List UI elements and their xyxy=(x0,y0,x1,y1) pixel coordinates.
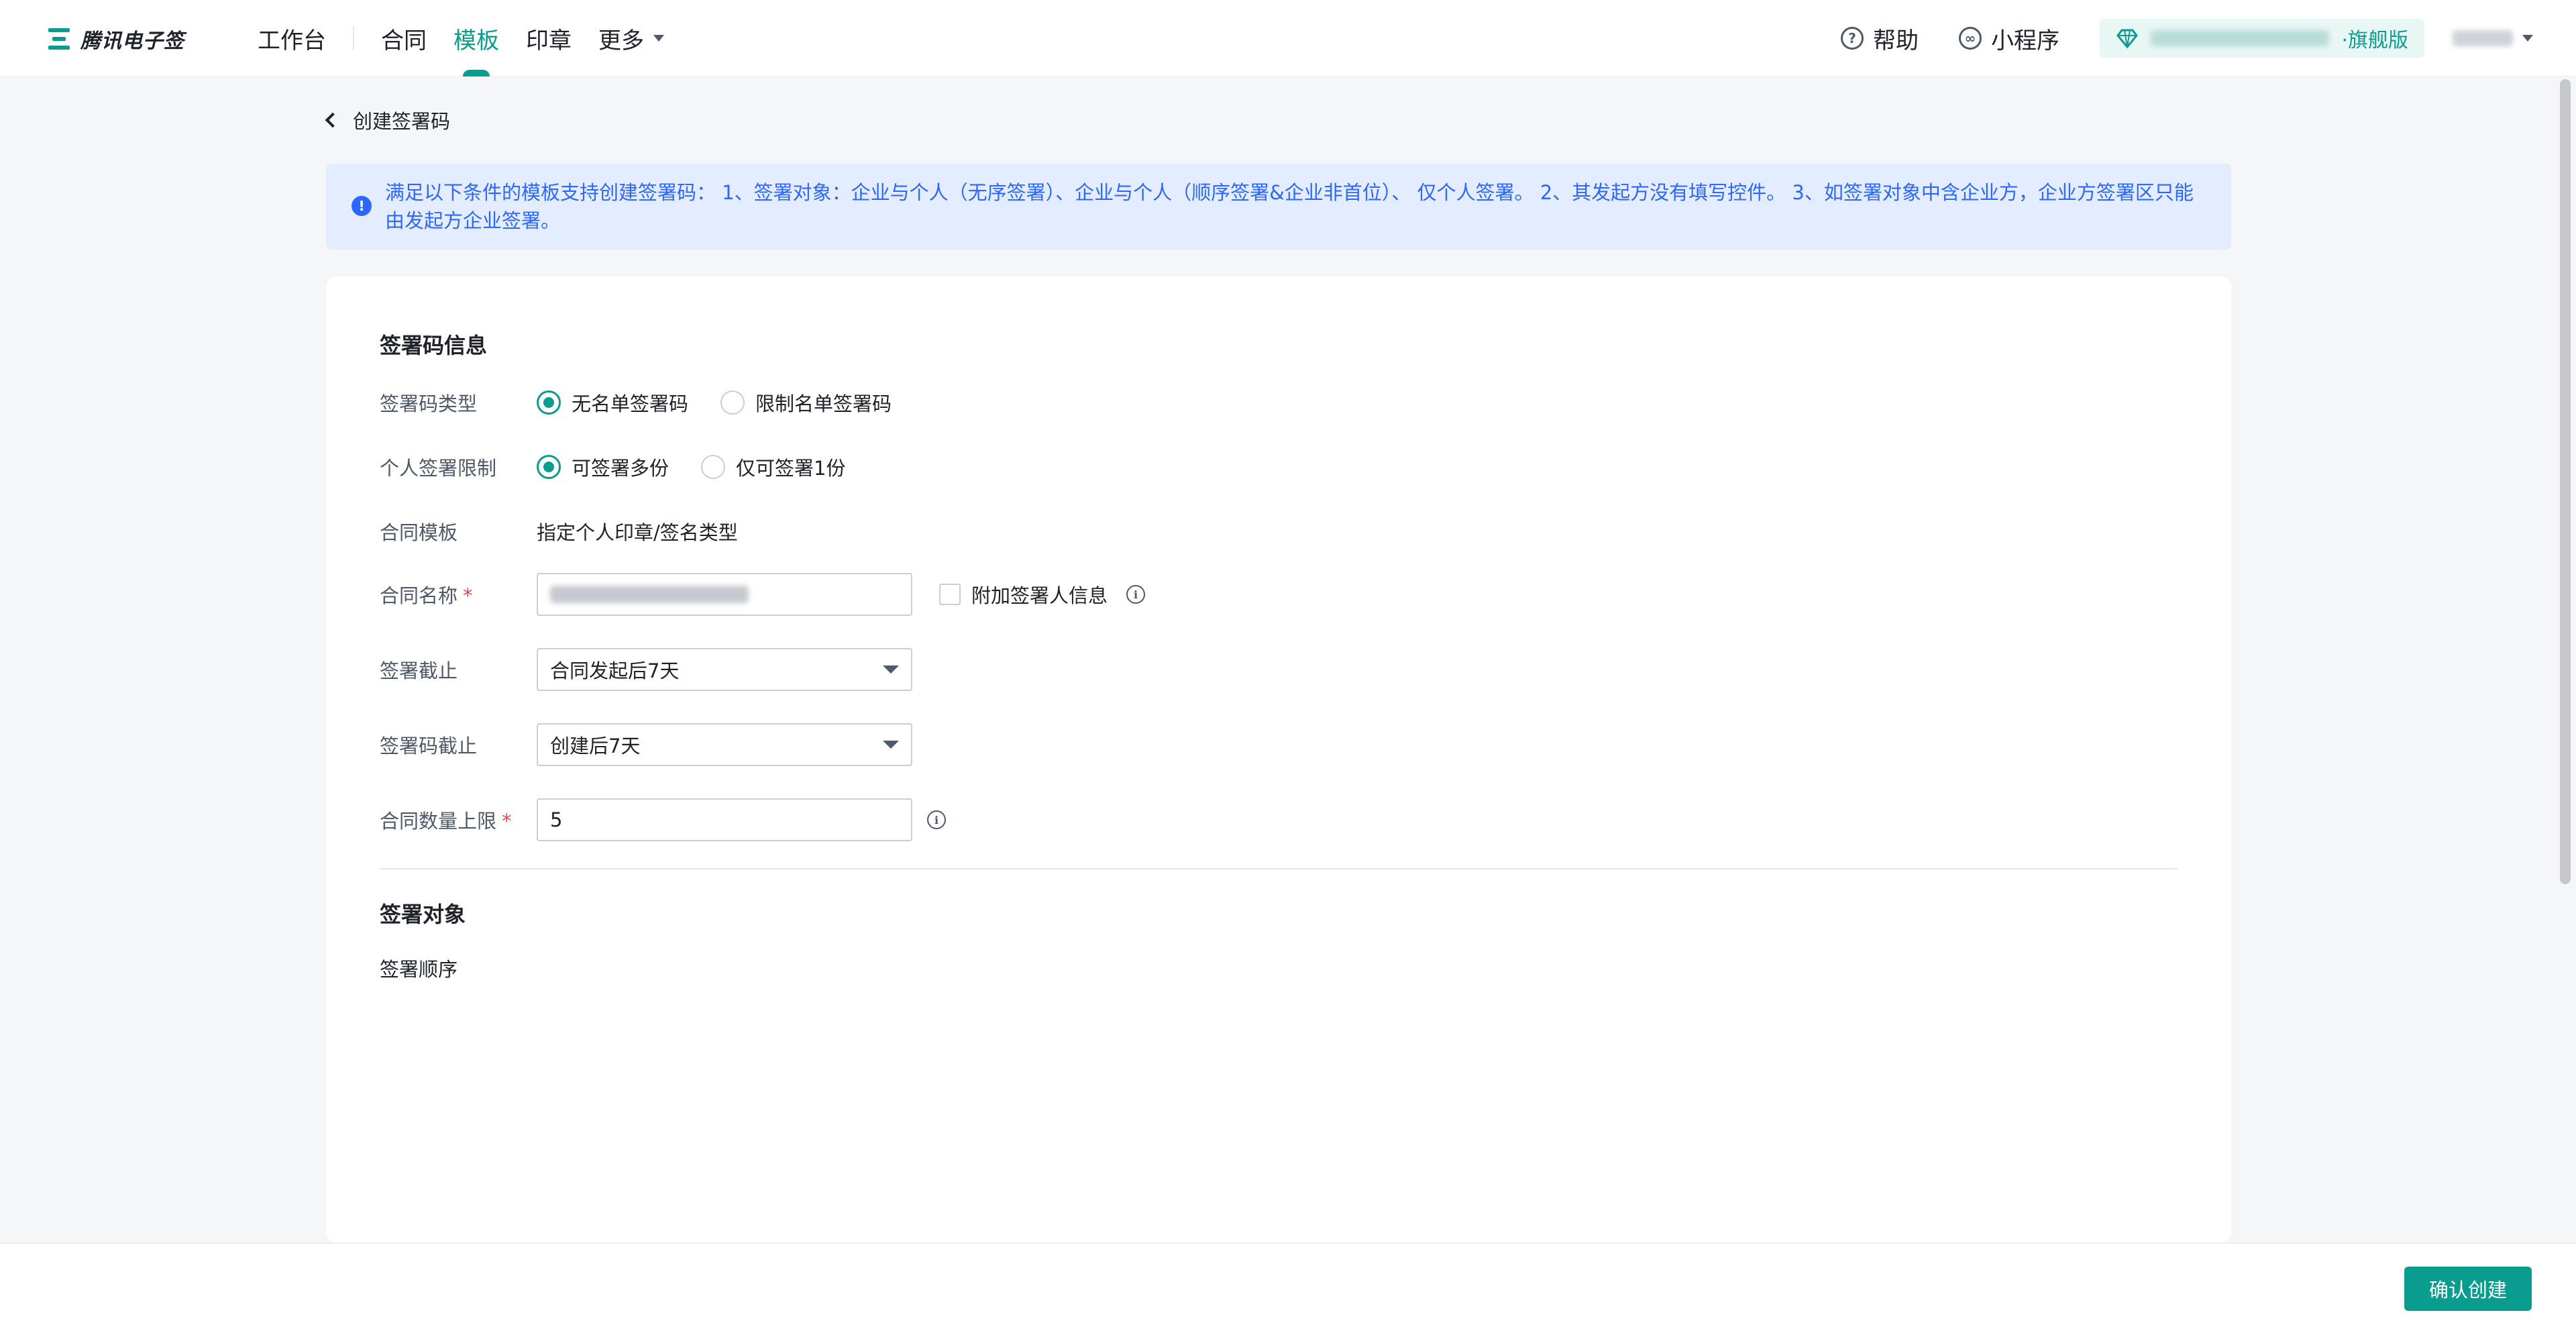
link-icon: ∞ xyxy=(1959,27,1982,50)
label-code-type: 签署码类型 xyxy=(380,392,478,415)
radio-label: 无名单签署码 xyxy=(572,392,689,415)
contract-name-input[interactable] xyxy=(537,573,912,616)
row-code-deadline: 签署码截止 创建后7天 xyxy=(380,723,912,766)
footer-bar: 确认创建 xyxy=(0,1242,2576,1331)
section-title-code-info: 签署码信息 xyxy=(380,333,488,358)
radio-label: 可签署多份 xyxy=(572,457,669,480)
nav-divider xyxy=(353,26,354,50)
top-right-actions: ? 帮助 ∞ 小程序 ·旗舰版 xyxy=(1841,0,2576,76)
info-icon: ! xyxy=(352,196,372,216)
user-menu[interactable] xyxy=(2453,30,2533,46)
chevron-down-icon xyxy=(2522,35,2533,42)
nav-more[interactable]: 更多 xyxy=(598,0,664,76)
main-nav: 工作台 合同 模板 印章 更多 xyxy=(258,0,691,76)
row-sign-deadline: 签署截止 合同发起后7天 xyxy=(380,648,912,691)
radio-unchecked-icon xyxy=(701,455,726,479)
personal-limit-radio-group: 可签署多份 仅可签署1份 xyxy=(537,453,877,481)
row-personal-limit: 个人签署限制 可签署多份 仅可签署1份 xyxy=(380,445,877,488)
label-personal-limit: 个人签署限制 xyxy=(380,457,497,480)
label-code-deadline: 签署码截止 xyxy=(380,735,478,757)
nav-contract[interactable]: 合同 xyxy=(381,0,427,76)
label-contract-template: 合同模板 xyxy=(380,521,458,544)
required-mark: * xyxy=(502,810,512,833)
logo-icon xyxy=(46,27,72,51)
radio-restricted-code[interactable]: 限制名单签署码 xyxy=(720,388,892,417)
contract-limit-input[interactable]: 5 xyxy=(537,798,912,841)
nav-workbench[interactable]: 工作台 xyxy=(258,0,326,76)
section-divider xyxy=(380,868,2178,869)
label-sign-order: 签署顺序 xyxy=(380,958,458,981)
company-name-redacted xyxy=(2151,30,2330,46)
checkbox-icon xyxy=(939,584,961,605)
sign-deadline-select[interactable]: 合同发起后7天 xyxy=(537,648,912,691)
logo-text: 腾讯电子签 xyxy=(80,30,184,53)
nav-seal[interactable]: 印章 xyxy=(526,0,572,76)
mini-program-label: 小程序 xyxy=(1991,27,2059,54)
radio-checked-icon xyxy=(537,455,561,479)
help-label: 帮助 xyxy=(1873,27,1919,54)
select-value: 创建后7天 xyxy=(550,735,641,757)
label-contract-limit: 合同数量上限 * xyxy=(380,806,537,834)
row-contract-name: 合同名称 * 附加签署人信息 i xyxy=(380,573,1146,616)
form-card: 签署码信息 签署码类型 无名单签署码 限制名单签署码 个人签署限制 可签署多份 … xyxy=(326,276,2231,1242)
label-sign-deadline: 签署截止 xyxy=(380,659,458,682)
radio-checked-icon xyxy=(537,390,561,415)
label-contract-name: 合同名称 * xyxy=(380,580,537,608)
brand-logo[interactable]: 腾讯电子签 xyxy=(46,24,184,54)
input-value: 5 xyxy=(550,808,563,831)
help-button[interactable]: ? 帮助 xyxy=(1841,22,1919,55)
info-icon[interactable]: i xyxy=(927,810,946,829)
help-icon: ? xyxy=(1841,27,1864,50)
required-mark: * xyxy=(463,584,473,607)
back-button[interactable]: 创建签署码 xyxy=(325,106,451,134)
code-deadline-select[interactable]: 创建后7天 xyxy=(537,723,912,766)
edition-badge[interactable]: ·旗舰版 xyxy=(2100,19,2424,58)
radio-single[interactable]: 仅可签署1份 xyxy=(701,453,845,481)
label-text: 合同数量上限 xyxy=(380,810,497,833)
contract-name-redacted xyxy=(550,586,749,603)
username-redacted xyxy=(2453,30,2513,46)
radio-label: 仅可签署1份 xyxy=(736,457,846,480)
confirm-create-button[interactable]: 确认创建 xyxy=(2404,1267,2532,1311)
caret-down-icon xyxy=(883,666,899,674)
vertical-scrollbar[interactable] xyxy=(2560,79,2571,884)
nav-template[interactable]: 模板 xyxy=(453,0,499,76)
info-icon[interactable]: i xyxy=(1126,585,1146,604)
row-contract-limit: 合同数量上限 * 5 i xyxy=(380,798,946,841)
chevron-down-icon xyxy=(653,35,664,42)
label-text: 合同名称 xyxy=(380,584,458,607)
radio-multiple[interactable]: 可签署多份 xyxy=(537,453,669,481)
radio-unlisted-code[interactable]: 无名单签署码 xyxy=(537,388,688,417)
row-code-type: 签署码类型 无名单签署码 限制名单签署码 xyxy=(380,381,924,424)
contract-template-value: 指定个人印章/签名类型 xyxy=(537,521,738,544)
radio-unchecked-icon xyxy=(720,390,745,415)
radio-label: 限制名单签署码 xyxy=(755,392,892,415)
row-contract-template: 合同模板 指定个人印章/签名类型 xyxy=(380,510,738,553)
notice-text: 满足以下条件的模板支持创建签署码： 1、签署对象：企业与个人（无序签署）、企业与… xyxy=(385,181,2194,232)
select-value: 合同发起后7天 xyxy=(550,659,680,682)
nav-more-label: 更多 xyxy=(598,27,644,54)
notice-banner: ! 满足以下条件的模板支持创建签署码： 1、签署对象：企业与个人（无序签署）、企… xyxy=(326,164,2231,250)
mini-program-button[interactable]: ∞ 小程序 xyxy=(1959,22,2059,55)
chevron-left-icon xyxy=(325,112,341,128)
checkbox-label: 附加签署人信息 xyxy=(971,584,1108,607)
edition-tag: ·旗舰版 xyxy=(2341,29,2408,52)
caret-down-icon xyxy=(883,741,899,749)
diamond-icon xyxy=(2116,27,2139,50)
attach-signer-info-checkbox[interactable]: 附加签署人信息 i xyxy=(939,580,1146,608)
section-title-signers: 签署对象 xyxy=(380,902,466,927)
code-type-radio-group: 无名单签署码 限制名单签署码 xyxy=(537,388,924,417)
top-navigation-bar: 腾讯电子签 工作台 合同 模板 印章 更多 ? 帮助 ∞ 小程序 ·旗舰版 xyxy=(0,0,2576,76)
page-title: 创建签署码 xyxy=(353,110,451,133)
